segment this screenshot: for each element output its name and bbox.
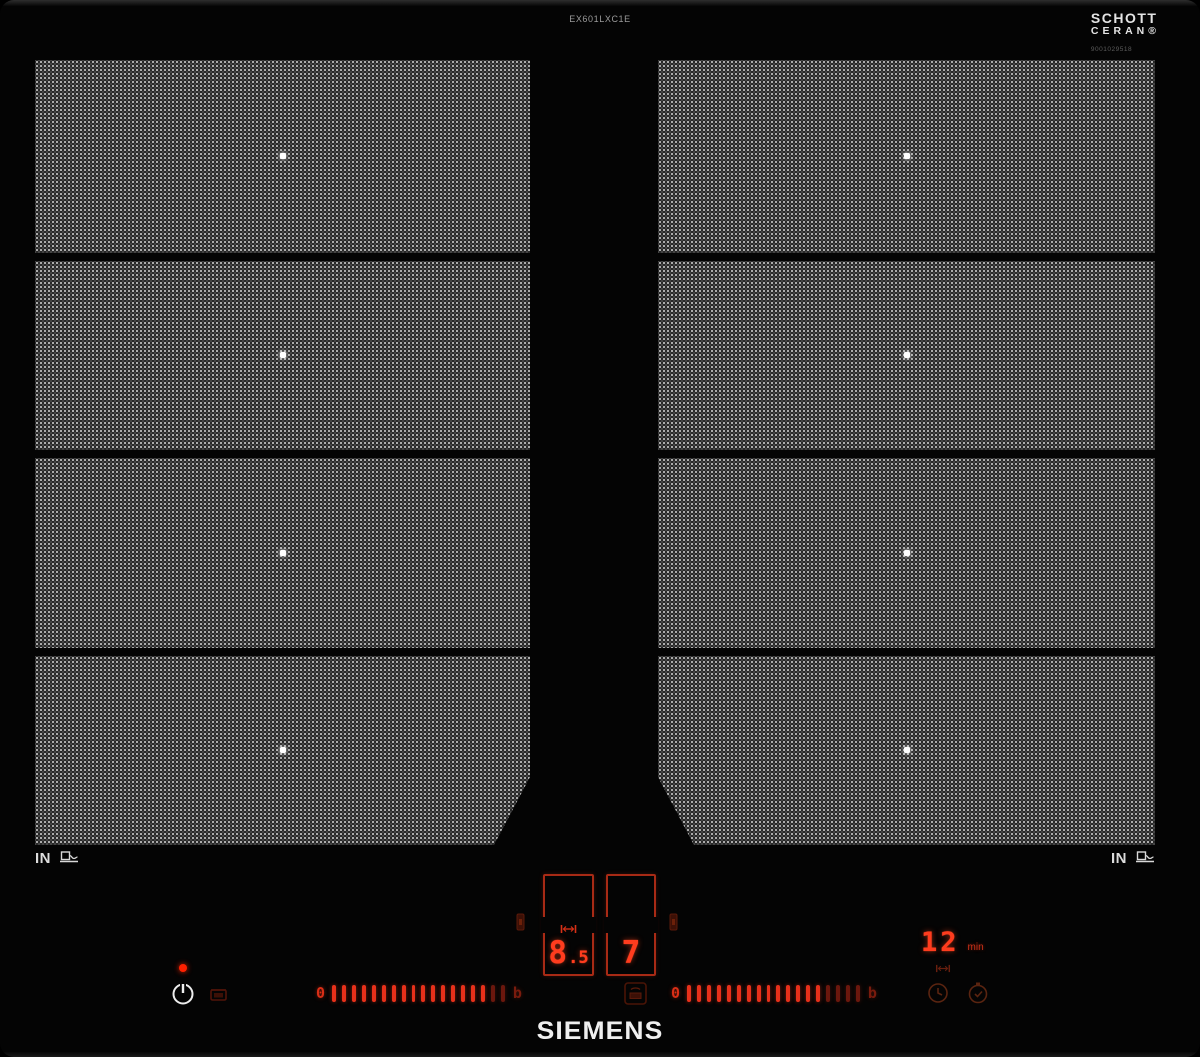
zone-display-right[interactable]: 7	[606, 874, 656, 976]
pan-lock-icon	[207, 982, 231, 1006]
timer-value: 12	[921, 930, 960, 956]
schott-logo-line2: CERAN®	[1091, 25, 1160, 37]
slider-tick-bar	[382, 985, 386, 1002]
slider-tick-bar	[776, 985, 780, 1002]
slider-tick-bar	[362, 985, 366, 1002]
power-level-right: 7	[622, 939, 641, 967]
slider-tick-bar	[392, 985, 396, 1002]
pan-transfer-key[interactable]	[623, 981, 648, 1011]
slider-tick-bar	[461, 985, 465, 1002]
slider-tick-bar	[332, 985, 336, 1002]
power-led	[179, 964, 187, 972]
schott-ceran-logo: SCHOTT CERAN® 9001029518	[1091, 12, 1160, 53]
slider-boost-label: b	[513, 984, 522, 1002]
slider-boost-label: b	[868, 984, 877, 1002]
zone-center-marker	[904, 747, 910, 753]
pan-positioning-icon	[1135, 849, 1155, 868]
slider-tick-bar	[747, 985, 751, 1002]
timer-display: 12 min	[921, 930, 984, 978]
model-number: EX601LXC1E	[0, 14, 1200, 24]
glass-serial-number: 9001029518	[1091, 46, 1160, 53]
slider-tick-bar	[412, 985, 416, 1002]
display-border-notch	[604, 917, 611, 933]
in-marking-left: IN	[35, 849, 79, 868]
slider-tick-bar	[441, 985, 445, 1002]
clock-icon	[926, 981, 950, 1005]
display-border-notch	[651, 917, 658, 933]
power-icon	[170, 980, 196, 1006]
zone-indicator-icon-right	[668, 912, 679, 937]
slider-tick-bar	[501, 985, 505, 1002]
slider-tick-bar	[451, 985, 455, 1002]
slider-tick-bar	[727, 985, 731, 1002]
zone-center-marker	[280, 153, 286, 159]
slider-tick-bar	[687, 985, 691, 1002]
slider-tick-bar	[342, 985, 346, 1002]
slider-tick-bar	[697, 985, 701, 1002]
slider-tick-bar	[372, 985, 376, 1002]
pan-positioning-icon	[59, 849, 79, 868]
slider-tick-bar	[352, 985, 356, 1002]
power-button[interactable]	[170, 980, 196, 1006]
power-level-left: 8	[548, 939, 567, 967]
induction-hob-surface: EX601LXC1E SCHOTT CERAN® 9001029518 IN I…	[0, 0, 1200, 1057]
zone-center-marker	[904, 153, 910, 159]
in-label: IN	[35, 850, 51, 867]
slider-tick-bar	[826, 985, 830, 1002]
slider-tick-bar	[471, 985, 475, 1002]
clock-key[interactable]	[926, 981, 950, 1010]
slider-tick-bar	[707, 985, 711, 1002]
slider-tick-bar	[767, 985, 771, 1002]
slider-tick-bar	[421, 985, 425, 1002]
cooking-zone-left	[35, 60, 530, 845]
schott-logo-line1: SCHOTT	[1091, 12, 1160, 25]
zone-center-marker	[280, 352, 286, 358]
slider-tick-bar	[717, 985, 721, 1002]
slider-tick-bar	[816, 985, 820, 1002]
zone-center-marker	[904, 550, 910, 556]
in-marking-right: IN	[1111, 849, 1155, 868]
kitchen-timer-icon	[966, 981, 990, 1005]
glass-bottom-edge	[0, 1052, 1200, 1057]
zone-display-left[interactable]: 8 .5	[543, 874, 594, 976]
slider-zero-label: 0	[316, 984, 325, 1002]
slider-tick-bar	[481, 985, 485, 1002]
cooking-zone-right	[658, 60, 1155, 845]
slider-zero-label: 0	[671, 984, 680, 1002]
timer-unit: min	[968, 942, 984, 953]
brand-logo: SIEMENS	[0, 1017, 1200, 1046]
slider-tick-bar	[786, 985, 790, 1002]
slider-tick-bar	[856, 985, 860, 1002]
flex-zone-icon	[560, 921, 577, 939]
power-slider-right[interactable]: 0b	[667, 983, 881, 1003]
slider-tick-bar	[796, 985, 800, 1002]
slider-tick-bar	[757, 985, 761, 1002]
slider-tick-bar	[737, 985, 741, 1002]
zone-indicator-icon-left	[515, 912, 526, 937]
slider-tick-bar	[836, 985, 840, 1002]
glass-top-edge	[0, 0, 1200, 6]
wipe-protection-key[interactable]	[207, 982, 231, 1011]
slider-tick-bar	[846, 985, 850, 1002]
slider-tick-bar	[402, 985, 406, 1002]
zone-center-marker	[280, 747, 286, 753]
pan-transfer-icon	[623, 981, 648, 1006]
power-slider-left[interactable]: 0b	[312, 983, 526, 1003]
zone-center-marker	[280, 550, 286, 556]
slider-tick-bar	[431, 985, 435, 1002]
power-level-left-decimal: .5	[568, 950, 588, 967]
zone-center-marker	[904, 352, 910, 358]
flex-zone-icon	[935, 960, 984, 978]
slider-tick-bar	[806, 985, 810, 1002]
in-label: IN	[1111, 850, 1127, 867]
kitchen-timer-key[interactable]	[966, 981, 990, 1010]
slider-tick-bar	[491, 985, 495, 1002]
